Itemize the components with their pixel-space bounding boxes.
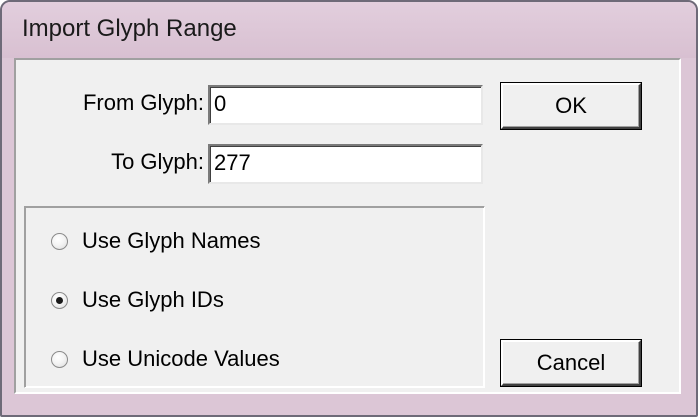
radio-button-icon[interactable] (51, 232, 68, 250)
radio-use-unicode-values[interactable]: Use Unicode Values (51, 345, 280, 373)
to-glyph-input[interactable]: 277 (208, 144, 483, 184)
ok-button[interactable]: OK (501, 83, 641, 129)
radio-label: Use Glyph IDs (82, 287, 224, 312)
to-glyph-label: To Glyph: (111, 149, 204, 174)
radio-label: Use Unicode Values (82, 346, 280, 371)
dialog-title: Import Glyph Range (22, 15, 237, 42)
dialog-client-area: From Glyph: 0 To Glyph: 277 Use Glyph Na… (14, 58, 681, 394)
title-bar[interactable]: Import Glyph Range (2, 2, 696, 58)
radio-use-glyph-names[interactable]: Use Glyph Names (51, 227, 261, 255)
radio-label: Use Glyph Names (82, 228, 261, 253)
from-glyph-label: From Glyph: (82, 90, 204, 115)
radio-button-icon[interactable] (51, 350, 68, 368)
glyph-mode-group: Use Glyph Names Use Glyph IDs Use Unicod… (24, 206, 485, 388)
import-glyph-range-dialog: Import Glyph Range From Glyph: 0 To Glyp… (0, 0, 698, 417)
cancel-button[interactable]: Cancel (501, 340, 641, 386)
from-glyph-input[interactable]: 0 (208, 85, 483, 125)
radio-use-glyph-ids[interactable]: Use Glyph IDs (51, 286, 224, 314)
radio-button-selected-icon[interactable] (51, 291, 68, 309)
